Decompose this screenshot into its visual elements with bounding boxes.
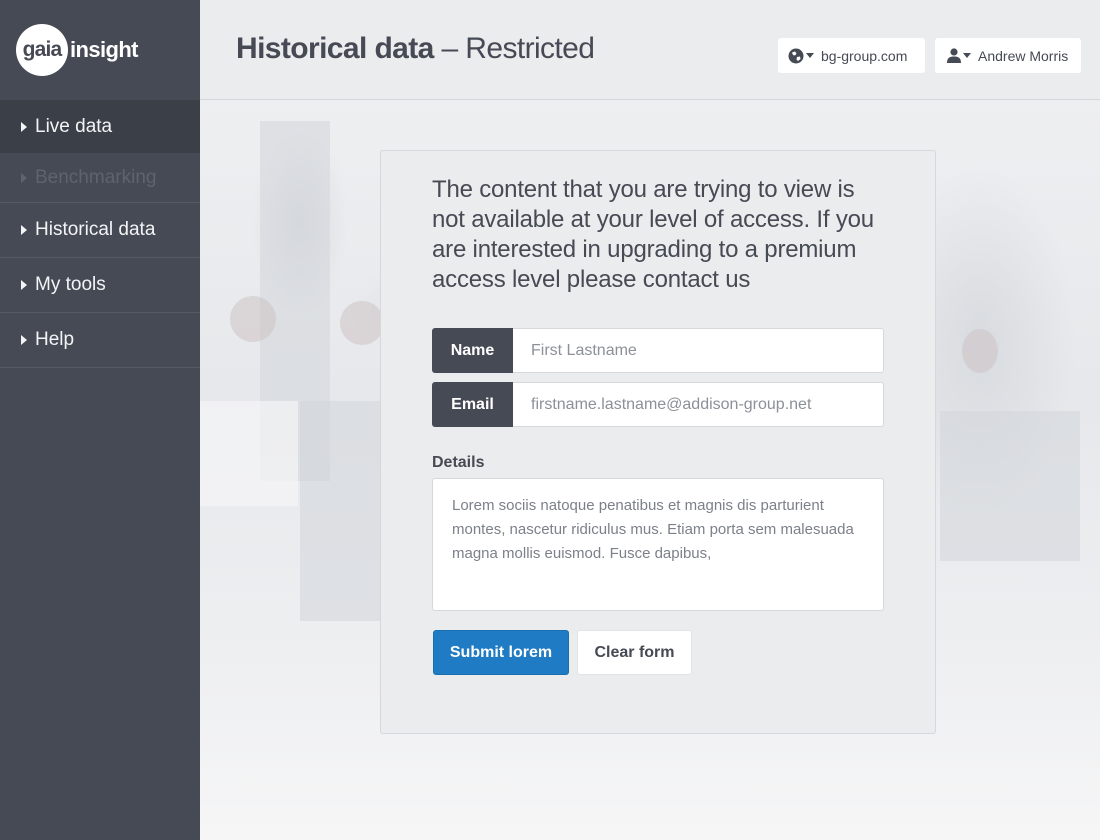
name-label: Name [432, 328, 513, 373]
caret-right-icon [21, 335, 27, 345]
background-building [200, 401, 298, 506]
sidebar: gaia insight Live data Benchmarking Hist… [0, 0, 200, 840]
domain-dropdown[interactable]: bg-group.com [778, 38, 925, 73]
restricted-message: The content that you are trying to view … [432, 176, 874, 293]
sidebar-item-label: Historical data [35, 219, 156, 240]
caret-right-icon [21, 121, 27, 132]
page-title-main: Historical data [236, 32, 434, 65]
email-field-group: Email [432, 382, 884, 427]
chevron-down-icon [806, 53, 814, 58]
restricted-access-panel: The content that you are trying to view … [380, 150, 936, 734]
background-building [940, 411, 1080, 561]
caret-right-icon [21, 225, 27, 235]
sidebar-item-label: My tools [35, 274, 106, 295]
page-title-qualifier: – Restricted [433, 32, 595, 65]
email-input[interactable] [513, 382, 884, 427]
sidebar-nav: Live data Benchmarking Historical data M… [0, 100, 200, 368]
user-name: Andrew Morris [978, 47, 1069, 64]
background-blob [340, 301, 384, 345]
details-textarea[interactable]: Lorem sociis natoque penatibus et magnis… [432, 478, 884, 611]
sidebar-item-help[interactable]: Help [0, 313, 200, 368]
sidebar-item-live-data[interactable]: Live data [0, 100, 200, 153]
sidebar-item-label: Help [35, 329, 75, 350]
page-header: Historical data – Restricted bg-group.co… [200, 0, 1100, 100]
logo-word: insight [70, 37, 139, 62]
name-input[interactable] [513, 328, 884, 373]
submit-button[interactable]: Submit lorem [433, 630, 569, 675]
domain-label: bg-group.com [821, 47, 908, 64]
logo[interactable]: gaia insight [0, 0, 200, 100]
sidebar-item-label: Benchmarking [35, 166, 157, 188]
sidebar-item-label: Live data [35, 115, 113, 137]
caret-right-icon [21, 280, 27, 290]
sidebar-item-my-tools[interactable]: My tools [0, 258, 200, 313]
user-menu[interactable]: Andrew Morris [935, 38, 1081, 73]
background-blob [962, 329, 998, 373]
name-field-group: Name [432, 328, 884, 373]
page-title: Historical data – Restricted [236, 32, 595, 66]
sidebar-item-benchmarking: Benchmarking [0, 153, 200, 203]
sidebar-item-historical-data[interactable]: Historical data [0, 203, 200, 258]
chevron-down-icon [963, 53, 971, 58]
email-label: Email [432, 382, 513, 427]
user-icon [947, 48, 961, 63]
details-label: Details [432, 454, 485, 471]
caret-right-icon [21, 172, 27, 183]
logo-mark: gaia [16, 24, 68, 76]
globe-icon [788, 48, 804, 63]
background-blob [230, 296, 276, 342]
clear-form-button[interactable]: Clear form [577, 630, 692, 675]
